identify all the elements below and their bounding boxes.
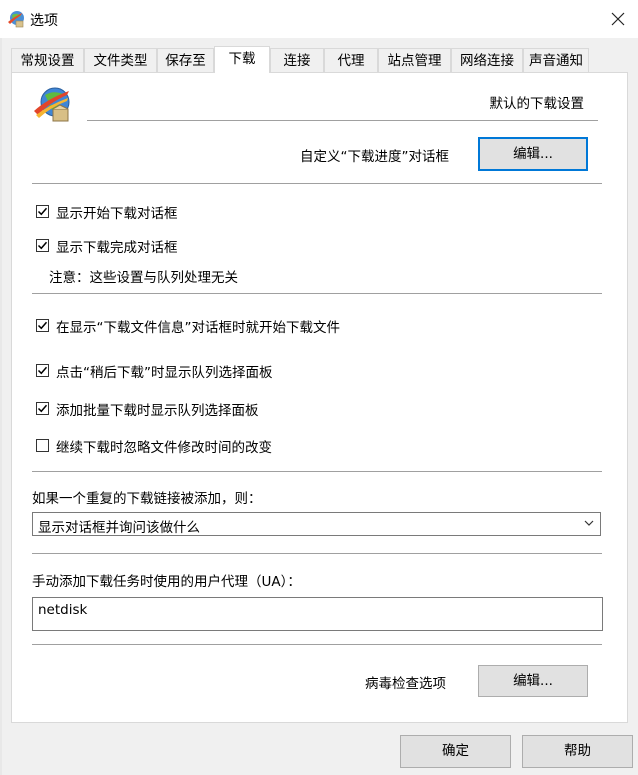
start-on-info-dialog-label: 在显示“下载文件信息”对话框时就开始下载文件 (56, 320, 340, 336)
checkbox-queue-panel-later[interactable] (36, 364, 49, 377)
section-title: 默认的下载设置 (489, 96, 585, 112)
virus-check-label: 病毒检查选项 (365, 676, 446, 692)
tab-save-to[interactable]: 保存至 (157, 48, 214, 72)
tab-general[interactable]: 常规设置 (11, 48, 84, 72)
divider (32, 644, 602, 646)
duplicate-link-label: 如果一个重复的下载链接被添加，则： (32, 491, 262, 507)
checkmark-icon (37, 404, 48, 413)
queue-panel-batch-label: 添加批量下载时显示队列选择面板 (56, 403, 259, 419)
checkmark-icon (37, 241, 48, 250)
checkmark-icon (37, 321, 48, 330)
duplicate-action-value: 显示对话框并询问该做什么 (38, 520, 200, 536)
queue-panel-later-label: 点击“稍后下载”时显示队列选择面板 (56, 365, 273, 381)
divider (32, 471, 602, 473)
help-button[interactable]: 帮助 (522, 735, 633, 768)
edit-progress-dialog-button[interactable]: 编辑... (478, 137, 588, 171)
window-edge (0, 38, 2, 775)
tab-site-manager[interactable]: 站点管理 (378, 48, 451, 72)
divider (32, 293, 602, 295)
progress-dialog-label: 自定义“下载进度”对话框 (300, 149, 449, 165)
close-button[interactable] (606, 8, 630, 32)
show-start-dialog-label: 显示开始下载对话框 (56, 206, 178, 222)
show-complete-dialog-label: 显示下载完成对话框 (56, 240, 178, 256)
checkbox-show-complete-dialog[interactable] (36, 239, 49, 252)
duplicate-action-select[interactable]: 显示对话框并询问该做什么 (32, 512, 601, 536)
checkbox-start-on-info-dialog[interactable] (36, 319, 49, 332)
divider (32, 553, 602, 555)
tab-proxy[interactable]: 代理 (324, 48, 378, 72)
checkbox-ignore-modified-time[interactable] (36, 439, 49, 452)
idm-logo-icon (34, 87, 70, 122)
edit-virus-check-button[interactable]: 编辑... (478, 665, 588, 697)
close-icon (611, 12, 625, 26)
window-title: 选项 (30, 13, 58, 29)
tab-file-types[interactable]: 文件类型 (84, 48, 157, 72)
divider (87, 120, 598, 122)
title-bar: 选项 (0, 0, 638, 38)
tab-connection[interactable]: 连接 (270, 48, 324, 72)
tab-sound[interactable]: 声音通知 (523, 48, 589, 72)
user-agent-label: 手动添加下载任务时使用的用户代理（UA）： (32, 574, 301, 590)
app-globe-icon (8, 11, 24, 28)
checkmark-icon (37, 366, 48, 375)
download-settings-panel: 默认的下载设置 自定义“下载进度”对话框 编辑... 显示开始下载对话框 显示下… (11, 72, 628, 723)
checkbox-queue-panel-batch[interactable] (36, 402, 49, 415)
tab-network[interactable]: 网络连接 (451, 48, 523, 72)
ignore-modified-time-label: 继续下载时忽略文件修改时间的改变 (56, 440, 272, 456)
tab-download[interactable]: 下载 (214, 46, 270, 73)
ok-button[interactable]: 确定 (400, 735, 511, 768)
user-agent-input[interactable]: netdisk (32, 597, 603, 631)
user-agent-value: netdisk (38, 602, 88, 618)
checkbox-show-start-dialog[interactable] (36, 205, 49, 218)
divider (32, 183, 602, 185)
queue-note: 注意：这些设置与队列处理无关 (49, 270, 238, 286)
chevron-down-icon (584, 520, 594, 526)
checkmark-icon (37, 207, 48, 216)
